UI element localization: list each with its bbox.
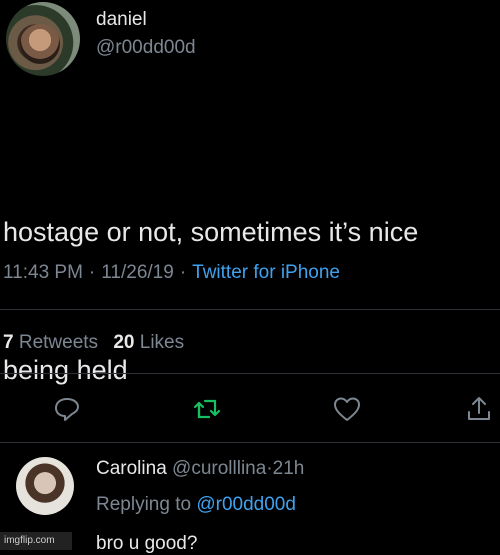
tweet-stats: 7 Retweets 20 Likes [3, 332, 184, 354]
reply-header: Carolina @curolllina·21h [96, 458, 304, 480]
reply-icon [55, 398, 79, 421]
retweet-button[interactable] [190, 392, 224, 426]
reply-author-handle[interactable]: @curolllina [172, 458, 266, 479]
retweets-label[interactable]: Retweets [19, 332, 98, 353]
watermark: imgflip.com [0, 532, 72, 550]
likes-label[interactable]: Likes [140, 332, 184, 353]
divider [0, 373, 500, 374]
author-name[interactable]: daniel [96, 9, 147, 31]
divider [0, 442, 500, 443]
retweets-count[interactable]: 7 [3, 332, 14, 353]
reply-author-avatar[interactable] [16, 457, 74, 515]
tweet-source-link[interactable]: Twitter for iPhone [192, 262, 340, 283]
tweet-date[interactable]: 11/26/19 [101, 262, 174, 283]
reply-text: bro u good? [96, 533, 198, 554]
author-handle[interactable]: @r00dd00d [96, 37, 196, 59]
replying-to-label: Replying to [96, 494, 192, 515]
share-icon [468, 397, 490, 420]
tweet-text-line: hostage or not, sometimes it’s nice [3, 217, 419, 247]
likes-count[interactable]: 20 [113, 332, 134, 353]
share-button[interactable] [462, 392, 496, 426]
reply-author-name[interactable]: Carolina [96, 458, 167, 479]
tweet-time[interactable]: 11:43 PM [3, 262, 83, 283]
tweet-meta: 11:43 PM · 11/26/19 · Twitter for iPhone [3, 262, 340, 284]
author-avatar[interactable] [6, 2, 80, 76]
separator: · [88, 262, 96, 283]
replying-to-handle[interactable]: @r00dd00d [196, 494, 296, 515]
divider [0, 309, 500, 310]
separator: · [179, 262, 187, 283]
reply-age[interactable]: 21h [273, 458, 305, 479]
reply-button[interactable] [50, 392, 84, 426]
like-button[interactable] [330, 392, 364, 426]
replying-to: Replying to @r00dd00d [96, 494, 296, 516]
retweet-icon [193, 399, 221, 419]
heart-icon [334, 397, 360, 421]
